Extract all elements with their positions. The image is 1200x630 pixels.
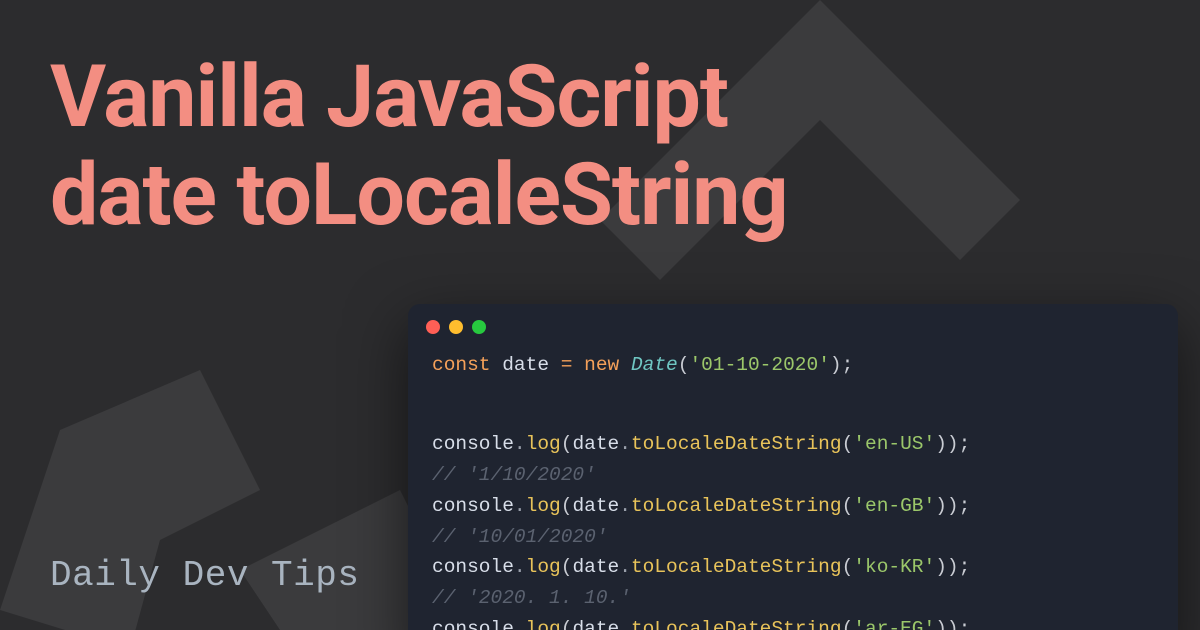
string-locale: 'en-US' [853, 433, 935, 455]
code-window: const date = new Date('01-10-2020'); con… [408, 304, 1178, 630]
identifier-console: console [432, 618, 514, 630]
title-line-1: Vanilla JavaScript [50, 46, 728, 147]
string-locale: 'ar-EG' [853, 618, 935, 630]
comment: // '1/10/2020' [432, 464, 596, 486]
fn-tolocaledatestring: toLocaleDateString [631, 556, 842, 578]
fn-tolocaledatestring: toLocaleDateString [631, 618, 842, 630]
identifier-console: console [432, 556, 514, 578]
string-locale: 'ko-KR' [853, 556, 935, 578]
identifier-date: date [572, 556, 619, 578]
fn-log: log [526, 433, 561, 455]
identifier-console: console [432, 495, 514, 517]
string-date-literal: '01-10-2020' [689, 354, 829, 376]
fn-log: log [526, 618, 561, 630]
comment: // '10/01/2020' [432, 526, 608, 548]
fn-log: log [526, 495, 561, 517]
keyword-new: new [584, 354, 619, 376]
fn-log: log [526, 556, 561, 578]
class-date: Date [631, 354, 678, 376]
identifier-console: console [432, 433, 514, 455]
comment: // '2020. 1. 10.' [432, 587, 631, 609]
identifier-date: date [502, 354, 549, 376]
page-title: Vanilla JavaScript date toLocaleString [50, 48, 788, 244]
minimize-icon [449, 320, 463, 334]
identifier-date: date [572, 495, 619, 517]
close-icon [426, 320, 440, 334]
keyword-const: const [432, 354, 491, 376]
maximize-icon [472, 320, 486, 334]
window-titlebar [408, 304, 1178, 344]
identifier-date: date [572, 618, 619, 630]
fn-tolocaledatestring: toLocaleDateString [631, 495, 842, 517]
string-locale: 'en-GB' [853, 495, 935, 517]
operator-equals: = [561, 354, 573, 376]
fn-tolocaledatestring: toLocaleDateString [631, 433, 842, 455]
code-block: const date = new Date('01-10-2020'); con… [408, 344, 1178, 630]
identifier-date: date [572, 433, 619, 455]
title-line-2: date toLocaleString [50, 144, 788, 245]
site-name: Daily Dev Tips [50, 555, 359, 596]
